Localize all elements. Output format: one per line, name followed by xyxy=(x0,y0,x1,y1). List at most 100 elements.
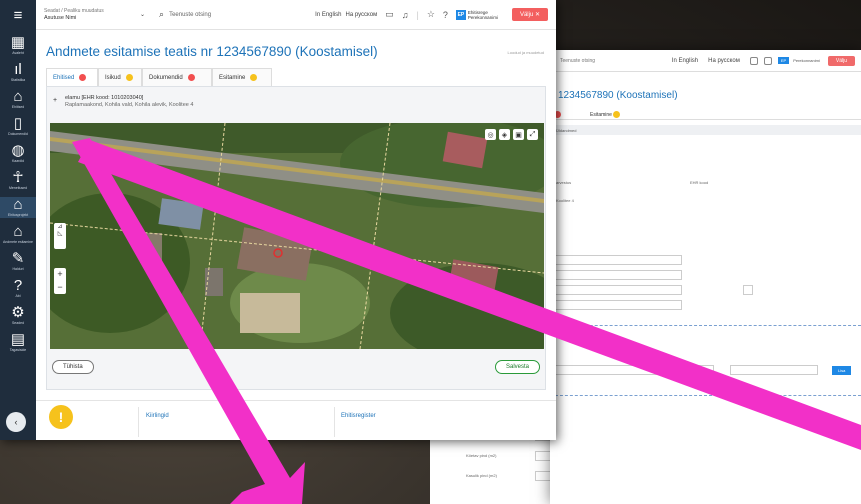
star-icon[interactable]: ☆ xyxy=(427,9,435,20)
dashboard-icon: ▦ xyxy=(10,34,26,51)
back-tabs: Esitamine xyxy=(550,108,861,120)
globe-icon: ◍ xyxy=(11,142,25,159)
page-subtitle: Loodud ja muudetud xyxy=(507,50,544,55)
back-tab-label: Esitamine xyxy=(590,111,612,118)
back-field-label: EHR kood xyxy=(690,180,709,185)
tab-documents[interactable]: Dokumendid xyxy=(142,68,212,86)
topbar: Seadat / Pealiku muudatus Asutuse Nimi ⌄… xyxy=(36,0,556,30)
back-divider xyxy=(550,325,861,326)
sidebar-item-data-submission[interactable]: ⌂ Andmete esitamine xyxy=(0,224,36,245)
back-field[interactable] xyxy=(554,300,682,310)
back-field-label: Köetav pind (m2) xyxy=(466,453,497,458)
status-dot xyxy=(125,74,133,81)
close-icon: ✕ xyxy=(534,12,540,18)
layers-icon[interactable]: ◈ xyxy=(499,129,510,140)
back-bell-icon[interactable] xyxy=(763,56,772,65)
sidebar-item-admin[interactable]: ✎ Halduri xyxy=(0,251,36,272)
back-field[interactable] xyxy=(554,255,682,265)
aerial-map-image xyxy=(50,123,544,349)
measure-tool[interactable]: ⊿ ◺ xyxy=(54,223,66,249)
tab-bar: Ehitised Isikud Dokumendid Esitamine xyxy=(46,68,546,86)
back-lang-ru[interactable]: На русском xyxy=(708,58,740,64)
map-type-icon[interactable]: ▣ xyxy=(513,129,524,140)
tab-buildings[interactable]: Ehitised xyxy=(46,68,98,86)
back-field-label: Kasulik pind (m2) xyxy=(466,473,497,478)
sidebar-item-maps[interactable]: ◍ Kaardid xyxy=(0,143,36,164)
lang-ru-link[interactable]: На русском xyxy=(346,12,378,18)
tab-submission[interactable]: Esitamine xyxy=(212,68,272,86)
org-selector[interactable]: Seadat / Pealiku muudatus Asutuse Nimi xyxy=(44,8,134,22)
exit-button[interactable]: Välju ✕ xyxy=(511,8,548,21)
status-dot xyxy=(187,74,195,81)
area-icon[interactable]: ◺ xyxy=(54,230,66,237)
sidebar: ≡ ▦ Avaleht ıl Statistika ⌂ Ehitised ▯ Dokum… xyxy=(0,0,36,440)
sidebar-item-dashboard[interactable]: ▦ Avaleht xyxy=(0,35,36,56)
divider xyxy=(138,407,139,437)
chat-icon[interactable]: ▭ xyxy=(385,9,394,20)
back-field[interactable] xyxy=(554,270,682,280)
tab-persons[interactable]: Isikud xyxy=(98,68,142,86)
fullscreen-icon[interactable]: ⤢ xyxy=(527,129,538,140)
sidebar-item-help[interactable]: ? Abi xyxy=(0,278,36,299)
sidebar-item-menu[interactable]: ≡ xyxy=(0,8,36,24)
ruler-icon[interactable]: ⊿ xyxy=(54,223,66,230)
sidebar-item-statistics[interactable]: ıl Statistika xyxy=(0,62,36,83)
back-field[interactable] xyxy=(554,285,682,295)
sidebar-item-settings[interactable]: ⚙ Seaded xyxy=(0,305,36,326)
search-input[interactable]: ⌕ Teenuste otsing xyxy=(159,9,279,20)
house-edit-icon: ⌂ xyxy=(13,196,23,213)
back-section-header: Üldandmed xyxy=(550,125,861,135)
wrench-icon: ✎ xyxy=(11,250,25,267)
back-chat-icon[interactable] xyxy=(749,56,758,65)
expand-icon[interactable]: + xyxy=(53,97,57,104)
back-field[interactable] xyxy=(730,365,818,375)
quick-links-heading[interactable]: Kiirlingid xyxy=(146,413,169,419)
back-user-name: Perekonnanimi xyxy=(793,58,820,63)
zoom-in-button[interactable]: + xyxy=(54,268,66,281)
back-add-button[interactable]: Lisa xyxy=(832,366,852,375)
sidebar-item-procedures[interactable]: ☥ Menetlused xyxy=(0,170,36,191)
back-divider xyxy=(550,395,861,396)
building-panel: + elamu [EHR kood: 1010203040] Raplamaak… xyxy=(46,86,546,390)
back-search[interactable]: Teenuste otsing xyxy=(560,58,595,64)
building-icon: ⌂ xyxy=(13,88,23,105)
back-lang-en[interactable]: In English xyxy=(672,58,698,64)
sidebar-item-documents[interactable]: ▯ Dokumendid xyxy=(0,116,36,137)
lang-en-link[interactable]: In English xyxy=(315,12,341,18)
building-name: elamu [EHR kood: 1010203040] xyxy=(65,95,144,101)
back-user-badge[interactable]: EP xyxy=(777,57,790,64)
back-window: Teenuste otsing In English На русском EP… xyxy=(550,50,861,504)
user-badge[interactable]: EP Ehitisrege Perekonnanimi xyxy=(455,9,498,20)
map-toolbar: ◎ ◈ ▣ ⤢ xyxy=(482,129,538,140)
sidebar-item-buildings[interactable]: ⌂ Ehitised xyxy=(0,89,36,110)
sidebar-item-building-project[interactable]: ⌂ Ehitusprojekt xyxy=(0,197,36,218)
help-icon[interactable]: ? xyxy=(443,10,448,20)
building-register-link[interactable]: Ehitisregister xyxy=(341,413,376,419)
settings-icon: ⚙ xyxy=(11,304,25,321)
user-avatar-icon: EP xyxy=(455,9,466,20)
back-checkbox[interactable] xyxy=(743,285,753,295)
back-exit-button[interactable]: Välju xyxy=(827,55,855,66)
cancel-button[interactable]: Tühista xyxy=(52,360,94,374)
document-icon: ▯ xyxy=(13,115,23,132)
bell-icon[interactable]: ♫ xyxy=(402,10,409,20)
collapse-sidebar-button[interactable]: ‹ xyxy=(6,412,26,432)
building-header[interactable]: + elamu [EHR kood: 1010203040] Raplamaak… xyxy=(53,95,193,109)
back-topbar: Teenuste otsing In English На русском EP… xyxy=(550,50,861,72)
back-address: Koolitee 4 xyxy=(556,198,574,203)
alert-icon[interactable]: ! xyxy=(49,405,73,429)
save-button[interactable]: Salvesta xyxy=(494,360,540,374)
locate-icon[interactable]: ◎ xyxy=(485,129,496,140)
page-title: Andmete esitamise teatis nr 1234567890 (… xyxy=(46,44,378,59)
chevron-down-icon[interactable]: ⌄ xyxy=(140,11,145,18)
search-icon: ⌕ xyxy=(159,9,165,19)
sidebar-item-feedback[interactable]: ▤ Tagasiside xyxy=(0,332,36,353)
back-field-label: arvestus xyxy=(556,180,572,185)
zoom-out-button[interactable]: − xyxy=(54,281,66,294)
menu-icon: ≡ xyxy=(13,7,23,24)
house-search-icon: ⌂ xyxy=(13,223,23,240)
main-window: ≡ ▦ Avaleht ıl Statistika ⌂ Ehitised ▯ Dokum… xyxy=(0,0,556,440)
back-field[interactable] xyxy=(554,365,714,375)
map-view[interactable]: ◎ ◈ ▣ ⤢ ⊿ ◺ + − xyxy=(50,123,544,349)
back-tab[interactable]: Esitamine xyxy=(590,111,621,118)
